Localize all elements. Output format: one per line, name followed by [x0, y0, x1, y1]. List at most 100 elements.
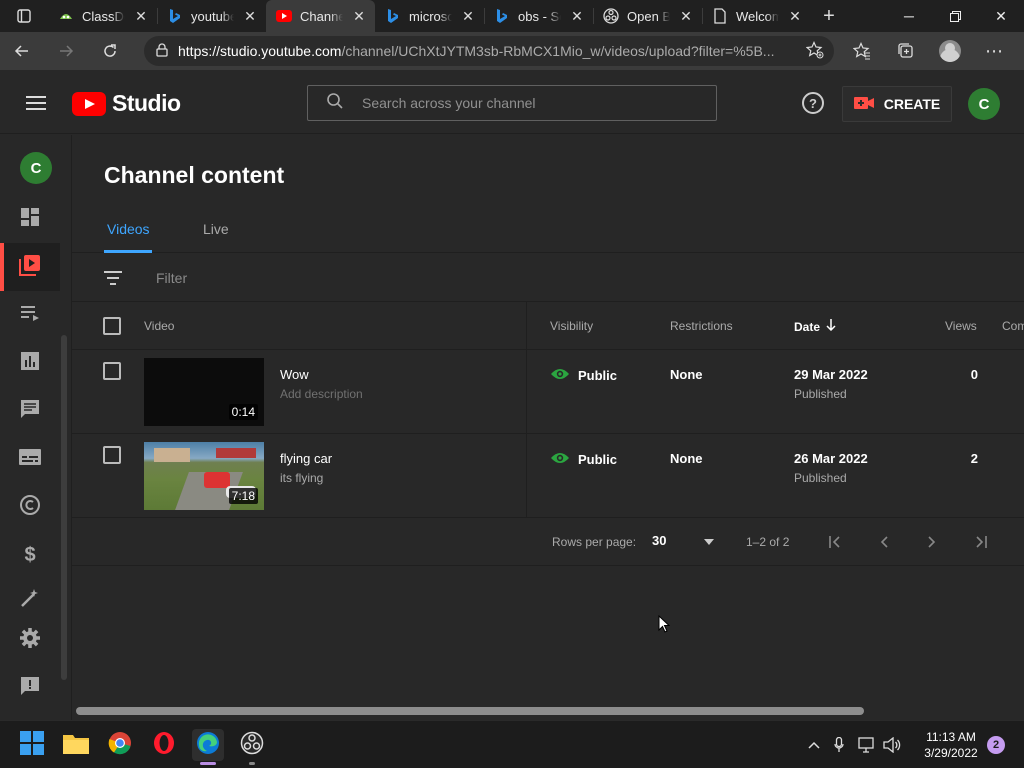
close-tab-icon[interactable]: ✕ — [678, 8, 694, 24]
sidebar-item-content[interactable] — [0, 243, 60, 291]
horizontal-scrollbar[interactable] — [76, 707, 864, 715]
taskbar-file-explorer[interactable] — [60, 729, 92, 761]
filter-input[interactable] — [156, 267, 456, 289]
row-checkbox[interactable] — [103, 446, 121, 464]
browser-tab-open-broadcaster[interactable]: Open Br ✕ — [593, 0, 702, 32]
sidebar-item-customization[interactable] — [0, 579, 60, 607]
first-page-button[interactable] — [824, 530, 848, 554]
microphone-icon[interactable] — [824, 737, 854, 753]
taskbar-edge[interactable] — [192, 729, 224, 765]
filter-icon[interactable] — [104, 271, 122, 289]
column-restrictions[interactable]: Restrictions — [670, 319, 733, 333]
taskbar-chrome[interactable] — [104, 729, 136, 761]
sidebar-item-copyright[interactable] — [0, 483, 60, 531]
menu-icon[interactable] — [26, 96, 46, 110]
video-title[interactable]: flying car — [280, 451, 332, 466]
volume-icon[interactable] — [880, 737, 904, 753]
obs-icon — [603, 8, 619, 24]
video-thumbnail[interactable]: 7:18 — [144, 442, 264, 510]
browser-tab-welcome[interactable]: Welcom ✕ — [702, 0, 811, 32]
tab-live[interactable]: Live — [203, 221, 229, 237]
opera-icon — [152, 731, 176, 760]
sidebar-item-playlists[interactable] — [0, 291, 60, 339]
help-icon[interactable]: ? — [802, 92, 824, 114]
row-checkbox[interactable] — [103, 362, 121, 380]
rows-per-page-select[interactable]: 30 — [652, 533, 714, 548]
video-description[interactable]: Add description — [280, 387, 363, 401]
lock-icon — [156, 42, 168, 60]
search-icon[interactable] — [326, 92, 344, 115]
last-page-button[interactable] — [968, 530, 992, 554]
sidebar-item-earn[interactable]: $ — [0, 531, 60, 579]
favorites-icon[interactable] — [840, 32, 884, 70]
add-favorite-icon[interactable] — [805, 40, 834, 62]
tab-title: Open Br — [627, 8, 670, 24]
browser-tab-classdojo[interactable]: ClassDojo ✕ — [48, 0, 157, 32]
table-row[interactable]: 0:14 Wow Add description Public None 29 … — [72, 350, 1024, 434]
address-bar[interactable]: https://studio.youtube.com/channel/UChXt… — [144, 36, 834, 66]
publish-status: Published — [794, 387, 847, 401]
video-title[interactable]: Wow — [280, 367, 309, 382]
collections-icon[interactable] — [884, 32, 928, 70]
close-window-button[interactable]: ✕ — [978, 0, 1024, 32]
restore-button[interactable] — [932, 0, 978, 32]
column-date[interactable]: Date — [794, 319, 836, 334]
notification-badge[interactable]: 2 — [987, 736, 1005, 754]
video-thumbnail[interactable]: 0:14 — [144, 358, 264, 426]
filter-bar — [72, 253, 1024, 302]
youtube-studio-logo[interactable]: Studio — [72, 90, 181, 117]
visibility-value: Public — [578, 368, 618, 383]
sidebar-scrollbar[interactable] — [61, 335, 67, 680]
sidebar-item-analytics[interactable] — [0, 339, 60, 387]
tab-videos[interactable]: Videos — [107, 221, 150, 237]
previous-page-button[interactable] — [872, 530, 896, 554]
refresh-button[interactable] — [88, 32, 132, 70]
visibility-cell[interactable]: Public — [550, 451, 617, 468]
close-tab-icon[interactable]: ✕ — [787, 8, 803, 24]
browser-tab-microsoft[interactable]: microsoft ✕ — [375, 0, 484, 32]
column-comments[interactable]: Com — [1002, 319, 1024, 333]
close-tab-icon[interactable]: ✕ — [569, 8, 585, 24]
column-visibility[interactable]: Visibility — [550, 319, 593, 333]
column-views[interactable]: Views — [945, 319, 977, 333]
tab-actions-icon[interactable] — [0, 0, 48, 32]
channel-avatar[interactable]: C — [20, 152, 52, 184]
sidebar-item-dashboard[interactable] — [0, 195, 60, 243]
sidebar-item-feedback[interactable] — [0, 664, 60, 712]
close-tab-icon[interactable]: ✕ — [242, 8, 258, 24]
next-page-button[interactable] — [920, 530, 944, 554]
account-avatar[interactable]: C — [968, 88, 1000, 120]
close-tab-icon[interactable]: ✕ — [351, 8, 367, 24]
sidebar-item-subtitles[interactable] — [0, 435, 60, 483]
settings-menu-icon[interactable]: ⋯ — [972, 32, 1016, 70]
new-tab-button[interactable]: + — [811, 0, 847, 32]
gear-icon — [19, 627, 41, 654]
search-input[interactable] — [362, 95, 716, 111]
profile-icon — [939, 40, 961, 62]
forward-button[interactable] — [44, 32, 88, 70]
select-all-checkbox[interactable] — [103, 317, 121, 335]
sidebar-item-comments[interactable] — [0, 387, 60, 435]
chevron-up-icon[interactable] — [804, 741, 824, 749]
create-button[interactable]: CREATE — [842, 86, 952, 122]
browser-tab-obs-search[interactable]: obs - Se ✕ — [484, 0, 593, 32]
profile-avatar[interactable] — [928, 32, 972, 70]
taskbar-opera[interactable] — [148, 729, 180, 761]
network-icon[interactable] — [854, 737, 880, 753]
video-description[interactable]: its flying — [280, 471, 323, 485]
sidebar-item-settings[interactable] — [0, 616, 60, 664]
eye-icon — [550, 451, 570, 468]
taskbar-clock[interactable]: 11:13 AM 3/29/2022 — [918, 729, 984, 761]
page-range: 1–2 of 2 — [746, 535, 790, 549]
back-button[interactable] — [0, 32, 44, 70]
close-tab-icon[interactable]: ✕ — [460, 8, 476, 24]
visibility-cell[interactable]: Public — [550, 367, 617, 384]
taskbar-obs[interactable] — [236, 729, 268, 765]
close-tab-icon[interactable]: ✕ — [133, 8, 149, 24]
start-button[interactable] — [16, 729, 48, 761]
table-row[interactable]: 7:18 flying car its flying Public None 2… — [72, 434, 1024, 518]
date-value: 29 Mar 2022 — [794, 367, 868, 382]
minimize-button[interactable]: ─ — [886, 0, 932, 32]
browser-tab-youtube-search[interactable]: youtube ✕ — [157, 0, 266, 32]
browser-tab-channel[interactable]: Channel ✕ — [266, 0, 375, 32]
